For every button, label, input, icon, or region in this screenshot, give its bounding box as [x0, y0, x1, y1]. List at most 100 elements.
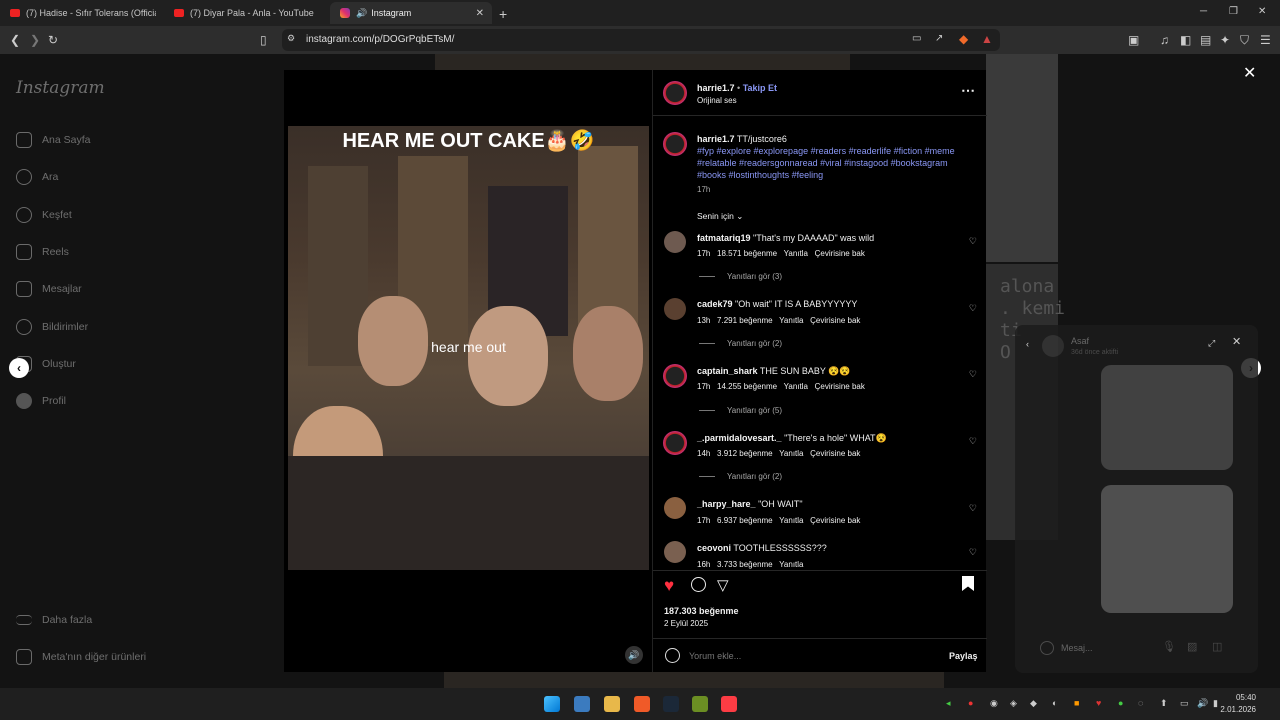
- sidebar-item-more[interactable]: Daha fazla: [16, 610, 92, 630]
- menu-icon[interactable]: ☰: [1260, 33, 1271, 47]
- brave-rewards-icon[interactable]: ▲: [981, 32, 993, 46]
- reply-button[interactable]: Yanıtla: [779, 316, 803, 325]
- more-options-icon[interactable]: ⋯: [961, 83, 975, 97]
- commenter-avatar[interactable]: [664, 231, 686, 253]
- reel-video[interactable]: HEAR ME OUT CAKE🎂🤣 hear me out 🔊: [284, 70, 652, 672]
- media-icon[interactable]: ♫: [1160, 33, 1169, 47]
- back-icon[interactable]: ‹: [1026, 338, 1029, 350]
- forward-icon[interactable]: ❯: [30, 33, 40, 47]
- site-info-icon[interactable]: ⚙: [287, 33, 295, 44]
- minimize-icon[interactable]: ─: [1200, 6, 1207, 17]
- share-post-button[interactable]: Paylaş: [949, 650, 978, 662]
- reply-button[interactable]: Yanıtla: [779, 560, 803, 569]
- back-icon[interactable]: ❮: [10, 33, 20, 47]
- tray-icon[interactable]: ◈: [1010, 698, 1017, 709]
- comment-input[interactable]: [689, 647, 929, 665]
- close-tab-icon[interactable]: ✕: [476, 8, 484, 19]
- sidebar-item-messages[interactable]: Mesajlar: [16, 279, 82, 299]
- tab-instagram[interactable]: 🔊 Instagram ✕: [330, 2, 492, 24]
- sidebar-item-reels[interactable]: Reels: [16, 242, 69, 262]
- reply-button[interactable]: Yanıtla: [784, 249, 808, 258]
- translate-button[interactable]: Çevirisine bak: [815, 382, 865, 391]
- tab-diyar-pala[interactable]: (7) Diyar Pala - Anla - YouTube: [164, 2, 324, 24]
- comment-likes[interactable]: 3.912 beğenme: [717, 449, 773, 458]
- close-popup-icon[interactable]: ✕: [1232, 336, 1241, 348]
- view-replies[interactable]: Yanıtları gör (2): [699, 472, 782, 481]
- hashtags[interactable]: #books #lostinthoughts #feeling: [697, 169, 982, 181]
- view-replies[interactable]: Yanıtları gör (2): [699, 339, 782, 348]
- caption-username[interactable]: harrie1.7: [697, 134, 735, 144]
- hashtags[interactable]: #fyp #explore #explorepage #readers #rea…: [697, 145, 982, 157]
- commenter-avatar[interactable]: [664, 497, 686, 519]
- volume-icon[interactable]: 🔊: [1197, 698, 1208, 709]
- game-app-icon[interactable]: [692, 696, 708, 712]
- instagram-logo[interactable]: Instagram: [16, 78, 105, 98]
- like-comment-icon[interactable]: ♡: [969, 236, 977, 247]
- comment-username[interactable]: _harpy_hare_: [697, 499, 756, 509]
- message-input[interactable]: [1061, 639, 1151, 657]
- sidebar-item-search[interactable]: Ara: [16, 167, 58, 187]
- liked-heart-icon[interactable]: ♥: [664, 576, 674, 596]
- comment-likes[interactable]: 14.255 beğenme: [717, 382, 777, 391]
- like-comment-icon[interactable]: ♡: [969, 369, 977, 380]
- reply-button[interactable]: Yanıtla: [779, 516, 803, 525]
- tab-hadise[interactable]: (7) Hadise - Sıfır Tolerans (Official Vi…: [0, 2, 160, 24]
- tray-icon[interactable]: ●: [1118, 698, 1123, 708]
- tray-icon[interactable]: ◌: [1138, 698, 1143, 708]
- wallet-icon[interactable]: ▤: [1200, 33, 1211, 47]
- tray-icon[interactable]: ♥: [1096, 698, 1101, 708]
- commenter-avatar[interactable]: [663, 431, 687, 455]
- expand-icon[interactable]: ⤢: [1208, 337, 1215, 349]
- sidebar-icon[interactable]: ▣: [1128, 33, 1139, 47]
- shared-reel-thumbnail[interactable]: [1101, 365, 1233, 470]
- like-count[interactable]: 187.303 beğenme: [664, 605, 739, 617]
- tray-icon[interactable]: ●: [968, 698, 973, 708]
- cast-icon[interactable]: ▭: [912, 33, 921, 44]
- author-avatar[interactable]: [663, 81, 687, 105]
- battery-icon[interactable]: ▮: [1213, 698, 1218, 709]
- image-icon[interactable]: ▨: [1187, 641, 1197, 653]
- commenter-avatar[interactable]: [663, 364, 687, 388]
- tray-icon[interactable]: ⬆: [1160, 698, 1168, 709]
- comment-likes[interactable]: 3.733 beğenme: [717, 560, 773, 569]
- tray-icon[interactable]: ◆: [1030, 698, 1037, 709]
- view-replies[interactable]: Yanıtları gör (3): [699, 272, 782, 281]
- close-window-icon[interactable]: ✕: [1258, 6, 1266, 17]
- tray-icon[interactable]: ◂: [946, 698, 951, 709]
- like-comment-icon[interactable]: ♡: [969, 547, 977, 558]
- commenter-avatar[interactable]: [664, 541, 686, 563]
- tray-icon[interactable]: ◉: [990, 698, 998, 709]
- sidebar-item-explore[interactable]: Keşfet: [16, 205, 72, 225]
- share-icon[interactable]: ↗: [935, 33, 943, 44]
- new-tab-button[interactable]: +: [499, 6, 507, 22]
- contact-name[interactable]: Asaf: [1071, 335, 1089, 347]
- windows-start-icon[interactable]: [544, 696, 560, 712]
- sticker-icon[interactable]: ◫: [1212, 641, 1222, 653]
- audio-label[interactable]: Orijinal ses: [697, 95, 737, 107]
- sidebar-item-profile[interactable]: Profil: [16, 391, 66, 411]
- tray-icon[interactable]: ■: [1074, 698, 1079, 708]
- translate-button[interactable]: Çevirisine bak: [810, 316, 860, 325]
- photos-app-icon[interactable]: [574, 696, 590, 712]
- like-comment-icon[interactable]: ♡: [969, 503, 977, 514]
- comment-username[interactable]: fatmatariq19: [697, 233, 751, 243]
- comment-username[interactable]: cadek79: [697, 299, 733, 309]
- sidebar-item-meta[interactable]: Meta'nın diğer ürünleri: [16, 647, 146, 667]
- sort-dropdown[interactable]: Senin için ⌄: [697, 210, 743, 222]
- close-modal-icon[interactable]: ✕: [1243, 63, 1256, 83]
- leo-ai-icon[interactable]: ✦: [1220, 33, 1230, 47]
- commenter-avatar[interactable]: [664, 298, 686, 320]
- volume-icon[interactable]: 🔊: [625, 646, 643, 664]
- bookmark-icon[interactable]: ▯: [260, 33, 267, 47]
- emoji-icon[interactable]: [1040, 641, 1054, 655]
- comment-icon[interactable]: [691, 577, 706, 592]
- comment-username[interactable]: ceovoni: [697, 543, 731, 553]
- restore-icon[interactable]: ❐: [1229, 6, 1238, 17]
- follow-button[interactable]: Takip Et: [743, 83, 777, 93]
- system-clock[interactable]: 05:40 2.01.2026: [1220, 692, 1256, 716]
- view-replies[interactable]: Yanıtları gör (5): [699, 406, 782, 415]
- sidebar-item-home[interactable]: Ana Sayfa: [16, 130, 90, 150]
- tray-icon[interactable]: ◐: [1052, 698, 1057, 708]
- network-icon[interactable]: ▭: [1180, 698, 1189, 709]
- comment-likes[interactable]: 7.291 beğenme: [717, 316, 773, 325]
